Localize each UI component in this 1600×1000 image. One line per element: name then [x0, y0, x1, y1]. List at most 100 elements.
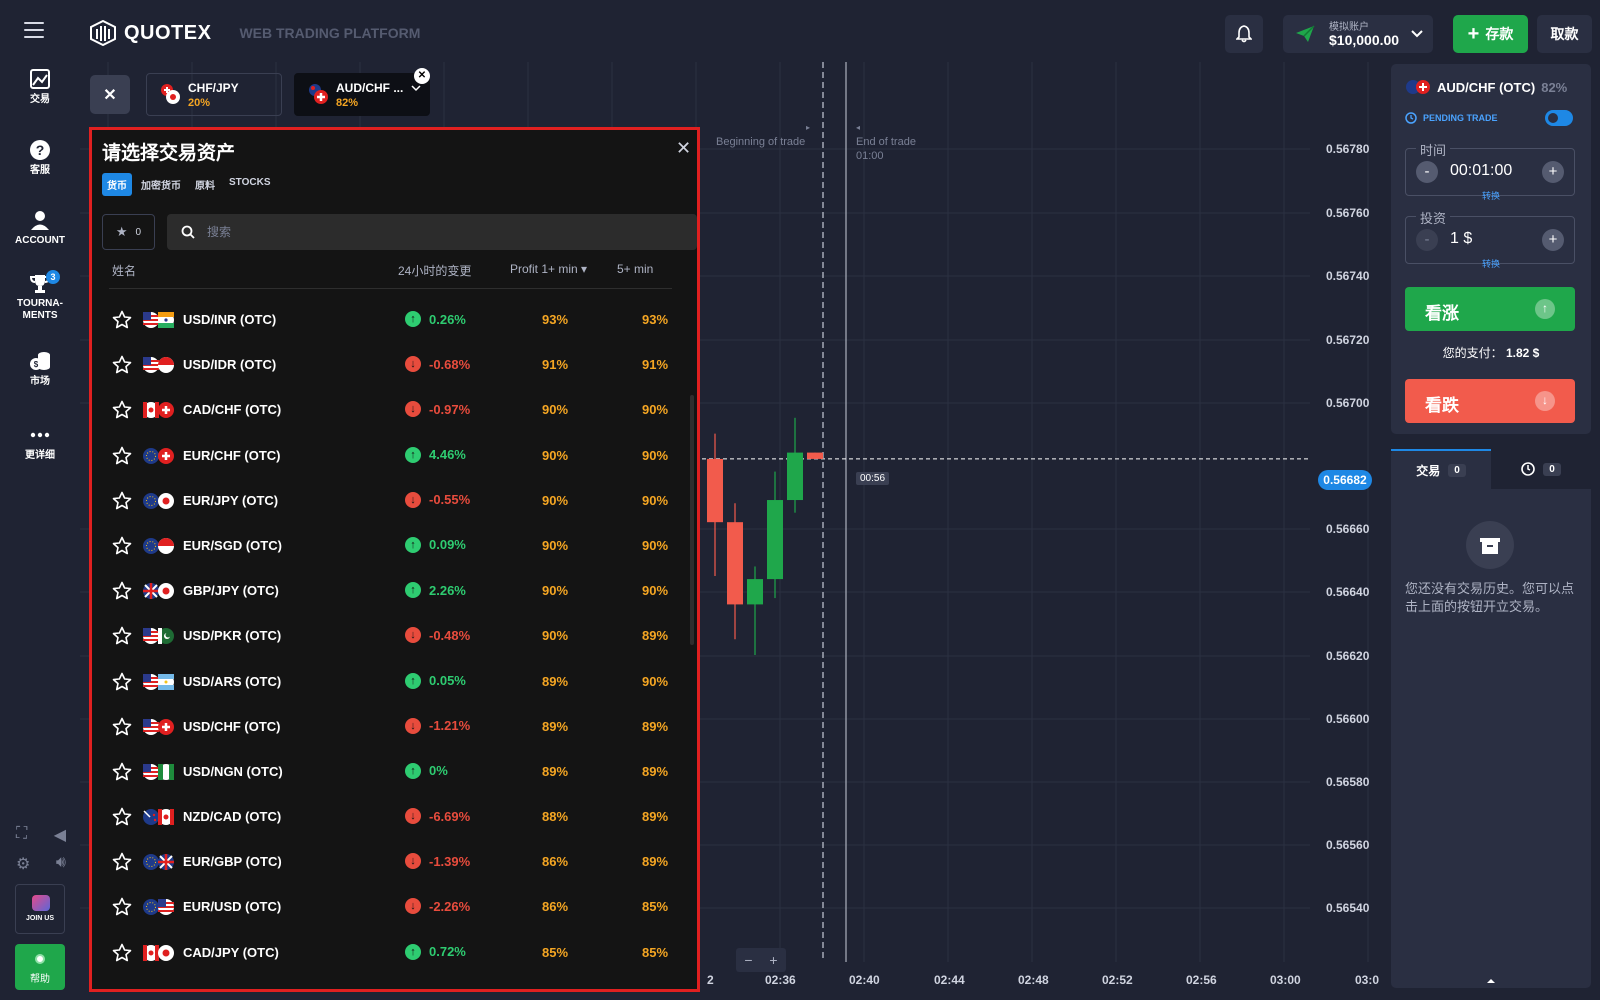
column-change[interactable]: 24小时的变更: [398, 262, 471, 279]
favorite-star-icon[interactable]: [112, 491, 132, 511]
asset-row[interactable]: EUR/USD (OTC) ↓ -2.26% 86% 85%: [92, 885, 697, 930]
price-tick-label: 0.56780: [1326, 142, 1370, 156]
column-profit-5min[interactable]: 5+ min: [617, 262, 653, 276]
chevron-up-icon[interactable]: [1486, 978, 1496, 984]
zoom-out-button[interactable]: −: [744, 952, 752, 968]
sidebar-item-tournaments[interactable]: 3 TOURNA- MENTS: [0, 270, 80, 322]
time-decrease-button[interactable]: -: [1416, 161, 1438, 183]
flag-pair-icon: [143, 809, 174, 826]
favorite-star-icon[interactable]: [112, 446, 132, 466]
sidebar-item-more[interactable]: 更详细: [0, 424, 80, 462]
asset-profit-1min: 90%: [542, 537, 569, 553]
favorites-filter[interactable]: ★ 0: [102, 214, 155, 250]
asset-row[interactable]: USD/PKR (OTC) ↓ -0.48% 90% 89%: [92, 614, 697, 659]
sidebar-label: ACCOUNT: [15, 235, 65, 246]
time-increase-button[interactable]: +: [1542, 161, 1564, 183]
asset-row[interactable]: USD/INR (OTC) ↑ 0.26% 93% 93%: [92, 298, 697, 343]
notifications-button[interactable]: [1225, 15, 1263, 53]
asset-row[interactable]: EUR/JPY (OTC) ↓ -0.55% 90% 90%: [92, 479, 697, 524]
asset-profit-1min: 91%: [542, 357, 569, 373]
close-tab-icon[interactable]: ✕: [414, 68, 430, 84]
asset-row[interactable]: EUR/CHF (OTC) ↑ 4.46% 90% 90%: [92, 434, 697, 479]
favorite-star-icon[interactable]: [112, 400, 132, 420]
time-switch-link[interactable]: 转换: [1406, 189, 1576, 202]
asset-row[interactable]: NZD/CAD (OTC) ↓ -6.69% 88% 89%: [92, 795, 697, 840]
sidebar-item-support[interactable]: ? 客服: [0, 139, 80, 177]
asset-row[interactable]: EUR/SGD (OTC) ↑ 0.09% 90% 90%: [92, 524, 697, 569]
close-icon[interactable]: ✕: [676, 138, 691, 159]
favorite-star-icon[interactable]: [112, 355, 132, 375]
investment-increase-button[interactable]: +: [1542, 229, 1564, 251]
withdraw-button[interactable]: 取款: [1537, 15, 1592, 53]
asset-profit-5min: 91%: [642, 357, 669, 373]
asset-profit-1min: 89%: [542, 718, 569, 734]
back-arrow-icon[interactable]: ◀: [54, 825, 66, 845]
favorite-star-icon[interactable]: [112, 536, 132, 556]
hamburger-menu-icon[interactable]: [24, 22, 44, 38]
favorite-star-icon[interactable]: [112, 717, 132, 737]
column-name[interactable]: 姓名: [112, 262, 136, 279]
tab-trades[interactable]: 交易 0: [1391, 449, 1491, 489]
asset-row[interactable]: GBP/JPY (OTC) ↑ 2.26% 90% 90%: [92, 569, 697, 614]
end-of-trade-label: End of trade: [856, 136, 916, 148]
favorite-star-icon[interactable]: [112, 672, 132, 692]
asset-row[interactable]: CAD/CHF (OTC) ↓ -0.97% 90% 90%: [92, 388, 697, 433]
tab-pending[interactable]: 0: [1491, 449, 1591, 489]
pending-trade-toggle[interactable]: [1545, 110, 1573, 126]
asset-profit-5min: 90%: [642, 402, 669, 418]
candle-body: [787, 452, 803, 501]
asset-row[interactable]: USD/IDR (OTC) ↓ -0.68% 91% 91%: [92, 343, 697, 388]
search-input[interactable]: [207, 225, 507, 239]
zoom-in-button[interactable]: +: [769, 952, 777, 968]
asset-row[interactable]: CAD/JPY (OTC) ↑ 0.72% 85% 85%: [92, 931, 697, 976]
chevron-down-icon[interactable]: [411, 84, 421, 92]
fullscreen-icon[interactable]: ⛶: [16, 825, 27, 845]
favorite-star-icon[interactable]: [112, 310, 132, 330]
asset-tab-aud-chf[interactable]: AUD/CHF ... 82%: [294, 73, 430, 116]
close-tabs-button[interactable]: ✕: [90, 75, 130, 114]
favorite-star-icon[interactable]: [112, 762, 132, 782]
candle-body: [747, 579, 763, 605]
tab-crypto[interactable]: 加密货币: [136, 173, 186, 196]
favorite-star-icon[interactable]: [112, 807, 132, 827]
investment-field[interactable]: 投资 - 1 $ + 转换: [1405, 208, 1575, 269]
investment-decrease-button[interactable]: -: [1416, 229, 1438, 251]
scrollbar[interactable]: [690, 395, 694, 645]
favorite-star-icon[interactable]: [112, 897, 132, 917]
asset-row[interactable]: USD/ARS (OTC) ↑ 0.05% 89% 90%: [92, 660, 697, 705]
join-us-button[interactable]: JOIN US: [15, 884, 65, 934]
favorite-star-icon[interactable]: [112, 852, 132, 872]
call-up-button[interactable]: 看涨 ↑: [1405, 287, 1575, 331]
tab-currencies[interactable]: 货币: [102, 173, 132, 196]
favorite-star-icon[interactable]: [112, 581, 132, 601]
asset-list: USD/INR (OTC) ↑ 0.26% 93% 93% USD/IDR (OTC) ↓ -…: [92, 298, 697, 976]
settings-gear-icon[interactable]: ⚙: [16, 854, 30, 874]
put-down-button[interactable]: 看跌 ↓: [1405, 379, 1575, 423]
tab-stocks[interactable]: STOCKS: [224, 173, 276, 196]
deposit-button[interactable]: + 存款: [1453, 15, 1528, 53]
flag-pair-icon: [143, 718, 174, 735]
sidebar-item-account[interactable]: ACCOUNT: [0, 209, 80, 247]
asset-tab-chf-jpy[interactable]: CHF/JPY 20%: [146, 73, 282, 116]
favorite-star-icon[interactable]: [112, 626, 132, 646]
sidebar-item-market[interactable]: $ 市场: [0, 350, 80, 388]
asset-tab-pair: CHF/JPY: [188, 81, 239, 95]
investment-switch-link[interactable]: 转换: [1406, 257, 1576, 270]
brand-logo[interactable]: QUOTEX WEB TRADING PLATFORM: [90, 20, 420, 46]
favorite-star-icon[interactable]: [112, 943, 132, 963]
investment-label: 投资: [1416, 208, 1451, 227]
time-tick-label: 02:56: [1186, 973, 1217, 987]
tab-commodities[interactable]: 原料: [190, 173, 220, 196]
sound-icon[interactable]: 🔊︎: [56, 854, 66, 874]
asset-row[interactable]: USD/NGN (OTC) ↑ 0% 89% 89%: [92, 750, 697, 795]
sidebar-label: TOURNA-: [17, 298, 63, 309]
asset-change-value: -6.69%: [429, 808, 471, 824]
account-selector[interactable]: 模拟账户 $10,000.00: [1283, 15, 1433, 53]
help-button[interactable]: 帮助: [15, 944, 65, 990]
trade-panel-asset[interactable]: AUD/CHF (OTC) 82%: [1405, 78, 1567, 96]
sidebar-item-trade[interactable]: 交易: [0, 68, 80, 106]
asset-row[interactable]: EUR/GBP (OTC) ↓ -1.39% 86% 89%: [92, 840, 697, 885]
asset-row[interactable]: USD/CHF (OTC) ↓ -1.21% 89% 89%: [92, 705, 697, 750]
time-field[interactable]: 时间 - 00:01:00 + 转换: [1405, 140, 1575, 201]
column-profit-1min[interactable]: Profit 1+ min ▾: [510, 262, 587, 276]
